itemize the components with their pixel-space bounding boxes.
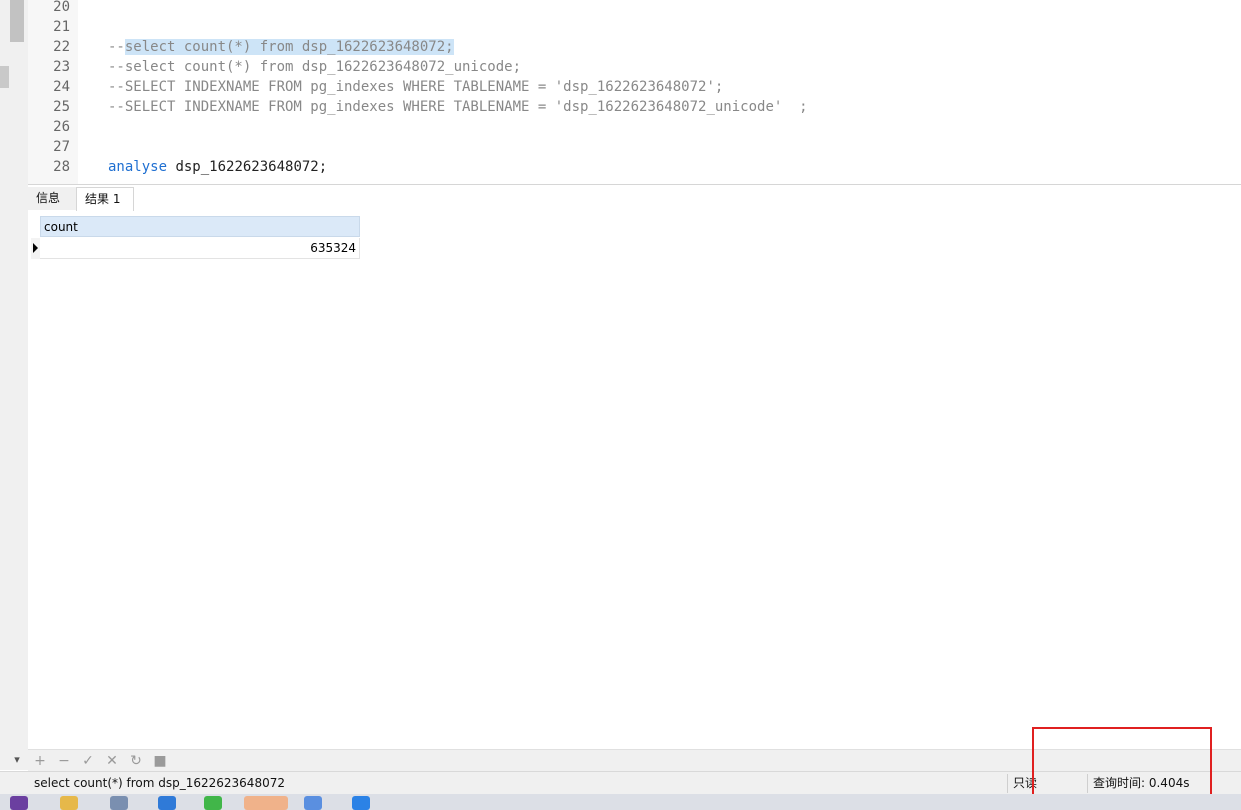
code-text: --select count(*) from dsp_1622623648072… (108, 37, 454, 57)
folder-icon[interactable] (60, 796, 78, 810)
status-divider (1007, 774, 1008, 793)
os-taskbar (0, 794, 1241, 810)
status-query-time: 查询时间: 0.404s (1093, 776, 1190, 790)
code-text: --SELECT INDEXNAME FROM pg_indexes WHERE… (108, 97, 808, 117)
table-cell[interactable]: 635324 (40, 238, 360, 259)
browser-icon[interactable] (304, 796, 322, 810)
line-number: 25 (53, 99, 70, 115)
line-number: 21 (53, 19, 70, 35)
result-tabbar: 信息 结果 1 (28, 184, 1241, 212)
current-row-icon (33, 243, 38, 253)
column-header-count[interactable]: count (40, 216, 360, 237)
grid-toolbar: + − ✓ ✕ ↻ ■ (28, 749, 1241, 772)
app-icon[interactable] (158, 796, 176, 810)
line-number: 28 (53, 159, 70, 175)
panel-edge (0, 66, 9, 88)
discard-changes-button[interactable]: ✕ (102, 751, 122, 771)
line-number: 20 (53, 0, 70, 15)
app-icon[interactable] (352, 796, 370, 810)
code-token: --select count(*) from dsp_1622623648072… (108, 59, 522, 75)
stop-button[interactable]: ■ (150, 751, 170, 771)
status-query-text: select count(*) from dsp_1622623648072 (34, 776, 285, 790)
refresh-button[interactable]: ↻ (126, 751, 146, 771)
code-token: -- (108, 39, 125, 55)
status-divider (1087, 774, 1088, 793)
code-token: --SELECT INDEXNAME FROM pg_indexes WHERE… (108, 79, 724, 95)
chat-icon[interactable] (204, 796, 222, 810)
code-token: analyse (108, 159, 168, 175)
status-bar: select count(*) from dsp_1622623648072 只… (0, 771, 1241, 795)
chevron-down-icon[interactable]: ▾ (10, 752, 24, 768)
tab-info[interactable]: 信息 (28, 187, 77, 210)
apply-changes-button[interactable]: ✓ (78, 751, 98, 771)
code-text: --select count(*) from dsp_1622623648072… (108, 57, 521, 77)
app-icon[interactable] (10, 796, 28, 810)
status-readonly: 只读 (1013, 776, 1038, 790)
tab-result-1[interactable]: 结果 1 (76, 187, 134, 212)
sql-editor[interactable]: 20 21 22 --select count(*) from dsp_1622623… (28, 0, 1241, 184)
scrollbar-thumb[interactable] (10, 0, 24, 42)
line-number: 23 (53, 59, 70, 75)
row-selector[interactable] (31, 238, 40, 259)
code-token: --SELECT INDEXNAME FROM pg_indexes WHERE… (108, 99, 808, 115)
line-number: 26 (53, 119, 70, 135)
line-number: 27 (53, 139, 70, 155)
line-number: 24 (53, 79, 70, 95)
line-number: 22 (53, 39, 70, 55)
code-text: analyse dsp_1622623648072; (108, 157, 327, 177)
selected-code: select count(*) from dsp_1622623648072; (124, 39, 454, 55)
editor-icon[interactable] (110, 796, 128, 810)
add-record-button[interactable]: + (30, 751, 50, 771)
code-text: --SELECT INDEXNAME FROM pg_indexes WHERE… (108, 77, 723, 97)
code-token: dsp_1622623648072; (167, 159, 328, 175)
result-grid[interactable]: count 635324 (28, 211, 1241, 749)
left-scrollbar[interactable]: ▾ (0, 0, 28, 770)
active-app-icon[interactable] (244, 796, 288, 810)
delete-record-button[interactable]: − (54, 751, 74, 771)
